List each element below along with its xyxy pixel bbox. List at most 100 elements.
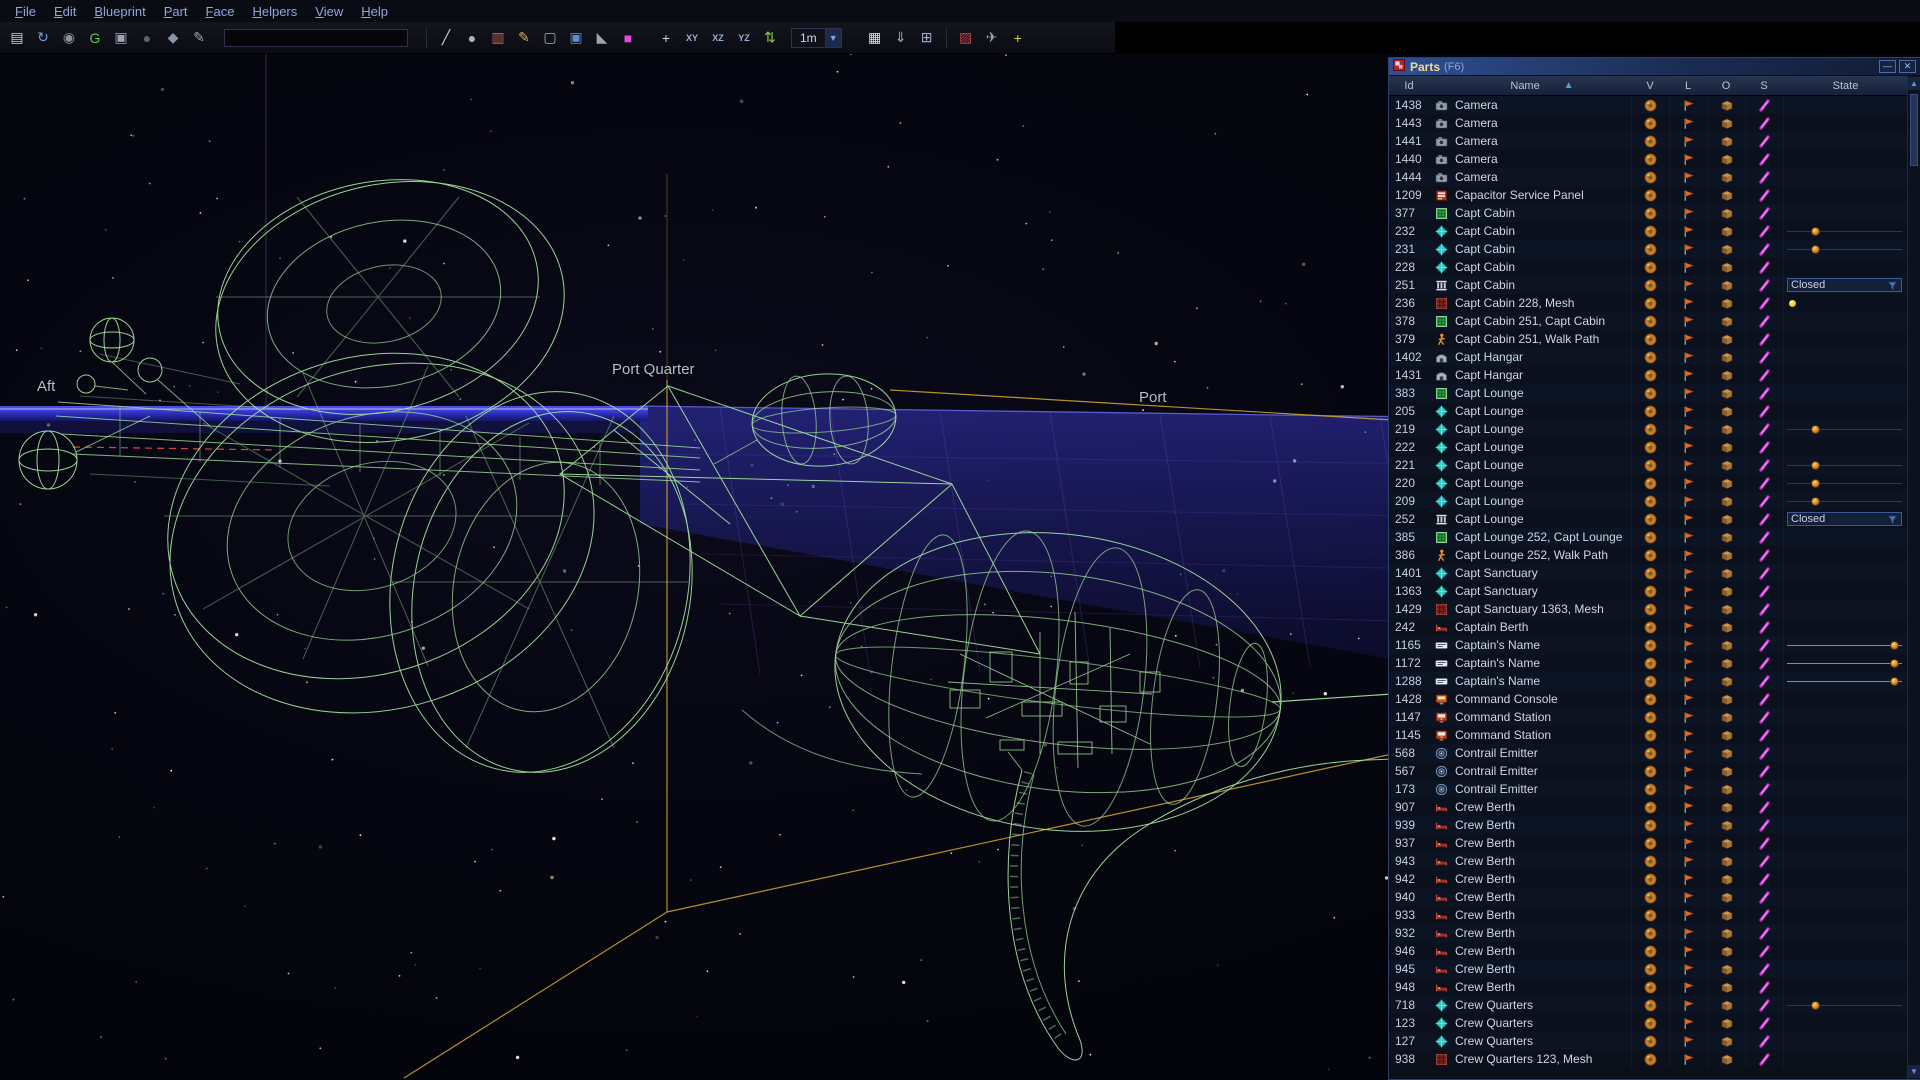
part-row[interactable]: 173Contrail Emitter: [1389, 780, 1920, 798]
lock-flag-icon[interactable]: [1669, 114, 1707, 132]
visibility-toggle-icon[interactable]: [1631, 240, 1669, 258]
lock-flag-icon[interactable]: [1669, 672, 1707, 690]
object-box-icon[interactable]: [1707, 852, 1745, 870]
column-header-id[interactable]: Id: [1389, 80, 1429, 92]
visibility-toggle-icon[interactable]: [1631, 978, 1669, 996]
object-box-icon[interactable]: [1707, 384, 1745, 402]
slider-knob[interactable]: [1890, 659, 1899, 668]
object-box-icon[interactable]: [1707, 744, 1745, 762]
visibility-toggle-icon[interactable]: [1631, 1050, 1669, 1068]
state-slider[interactable]: [1787, 226, 1902, 237]
part-row[interactable]: 1147Command Station: [1389, 708, 1920, 726]
part-row[interactable]: 209Capt Lounge: [1389, 492, 1920, 510]
lock-flag-icon[interactable]: [1669, 978, 1707, 996]
visibility-toggle-icon[interactable]: [1631, 654, 1669, 672]
part-row[interactable]: 232Capt Cabin: [1389, 222, 1920, 240]
select-slash-icon[interactable]: [1745, 366, 1783, 384]
part-row[interactable]: 383Capt Lounge: [1389, 384, 1920, 402]
lock-flag-icon[interactable]: [1669, 870, 1707, 888]
object-box-icon[interactable]: [1707, 222, 1745, 240]
select-slash-icon[interactable]: [1745, 240, 1783, 258]
sync-green-icon[interactable]: G: [83, 26, 107, 50]
object-box-icon[interactable]: [1707, 330, 1745, 348]
select-slash-icon[interactable]: [1745, 1014, 1783, 1032]
scroll-up-icon[interactable]: ▲: [1908, 77, 1920, 90]
slider-knob[interactable]: [1890, 677, 1899, 686]
object-box-icon[interactable]: [1707, 636, 1745, 654]
select-slash-icon[interactable]: [1745, 1032, 1783, 1050]
visibility-toggle-icon[interactable]: [1631, 1014, 1669, 1032]
part-row[interactable]: 942Crew Berth: [1389, 870, 1920, 888]
column-header-visibility[interactable]: V: [1631, 80, 1669, 92]
select-slash-icon[interactable]: [1745, 582, 1783, 600]
column-header-lock[interactable]: L: [1669, 80, 1707, 92]
select-slash-icon[interactable]: [1745, 672, 1783, 690]
part-row[interactable]: 386Capt Lounge 252, Walk Path: [1389, 546, 1920, 564]
pointer-tool-icon[interactable]: +: [654, 26, 678, 50]
visibility-toggle-icon[interactable]: [1631, 330, 1669, 348]
visibility-toggle-icon[interactable]: [1631, 546, 1669, 564]
part-row[interactable]: 567Contrail Emitter: [1389, 762, 1920, 780]
lock-flag-icon[interactable]: [1669, 348, 1707, 366]
axis-xy-icon[interactable]: XY: [680, 26, 704, 50]
lock-flag-icon[interactable]: [1669, 762, 1707, 780]
object-box-icon[interactable]: [1707, 366, 1745, 384]
visibility-toggle-icon[interactable]: [1631, 420, 1669, 438]
select-slash-icon[interactable]: [1745, 600, 1783, 618]
slider-knob[interactable]: [1811, 227, 1820, 236]
visibility-toggle-icon[interactable]: [1631, 690, 1669, 708]
line-tool-icon[interactable]: ╱: [434, 26, 458, 50]
visibility-toggle-icon[interactable]: [1631, 942, 1669, 960]
visibility-toggle-icon[interactable]: [1631, 510, 1669, 528]
state-dropdown[interactable]: Closed: [1787, 278, 1902, 292]
lock-flag-icon[interactable]: [1669, 492, 1707, 510]
column-header-name[interactable]: Name▲: [1453, 80, 1631, 92]
select-slash-icon[interactable]: [1745, 798, 1783, 816]
select-slash-icon[interactable]: [1745, 204, 1783, 222]
parts-scrollbar[interactable]: ▲ ▼: [1907, 76, 1920, 1079]
ship-view-icon[interactable]: ✈: [980, 26, 1004, 50]
state-slider[interactable]: [1787, 658, 1902, 669]
mirror-cubes-icon[interactable]: ▣: [564, 26, 588, 50]
object-box-icon[interactable]: [1707, 150, 1745, 168]
menu-face[interactable]: Face: [197, 2, 244, 21]
part-row[interactable]: 251Capt CabinClosed: [1389, 276, 1920, 294]
visibility-toggle-icon[interactable]: [1631, 870, 1669, 888]
object-box-icon[interactable]: [1707, 438, 1745, 456]
lock-flag-icon[interactable]: [1669, 1050, 1707, 1068]
axis-xz-icon[interactable]: XZ: [706, 26, 730, 50]
object-box-icon[interactable]: [1707, 168, 1745, 186]
lock-flag-icon[interactable]: [1669, 960, 1707, 978]
part-row[interactable]: 938Crew Quarters 123, Mesh: [1389, 1050, 1920, 1068]
slider-knob[interactable]: [1811, 1001, 1820, 1010]
visibility-toggle-icon[interactable]: [1631, 816, 1669, 834]
part-row[interactable]: 1401Capt Sanctuary: [1389, 564, 1920, 582]
visibility-toggle-icon[interactable]: [1631, 564, 1669, 582]
part-row[interactable]: 1443Camera: [1389, 114, 1920, 132]
object-box-icon[interactable]: [1707, 1050, 1745, 1068]
object-box-icon[interactable]: [1707, 564, 1745, 582]
object-box-icon[interactable]: [1707, 618, 1745, 636]
part-row[interactable]: 1209Capacitor Service Panel: [1389, 186, 1920, 204]
object-box-icon[interactable]: [1707, 546, 1745, 564]
visibility-toggle-icon[interactable]: [1631, 348, 1669, 366]
lock-flag-icon[interactable]: [1669, 906, 1707, 924]
select-slash-icon[interactable]: [1745, 888, 1783, 906]
menu-file[interactable]: File: [6, 2, 45, 21]
object-box-icon[interactable]: [1707, 708, 1745, 726]
slider-knob[interactable]: [1811, 245, 1820, 254]
slider-knob[interactable]: [1811, 479, 1820, 488]
select-slash-icon[interactable]: [1745, 654, 1783, 672]
extrude-tool-icon[interactable]: ▥: [486, 26, 510, 50]
lock-flag-icon[interactable]: [1669, 528, 1707, 546]
select-slash-icon[interactable]: [1745, 726, 1783, 744]
object-box-icon[interactable]: [1707, 312, 1745, 330]
lock-flag-icon[interactable]: [1669, 474, 1707, 492]
lock-flag-icon[interactable]: [1669, 420, 1707, 438]
select-slash-icon[interactable]: [1745, 186, 1783, 204]
lock-flag-icon[interactable]: [1669, 798, 1707, 816]
select-slash-icon[interactable]: [1745, 276, 1783, 294]
object-box-icon[interactable]: [1707, 906, 1745, 924]
object-box-icon[interactable]: [1707, 402, 1745, 420]
lock-flag-icon[interactable]: [1669, 942, 1707, 960]
